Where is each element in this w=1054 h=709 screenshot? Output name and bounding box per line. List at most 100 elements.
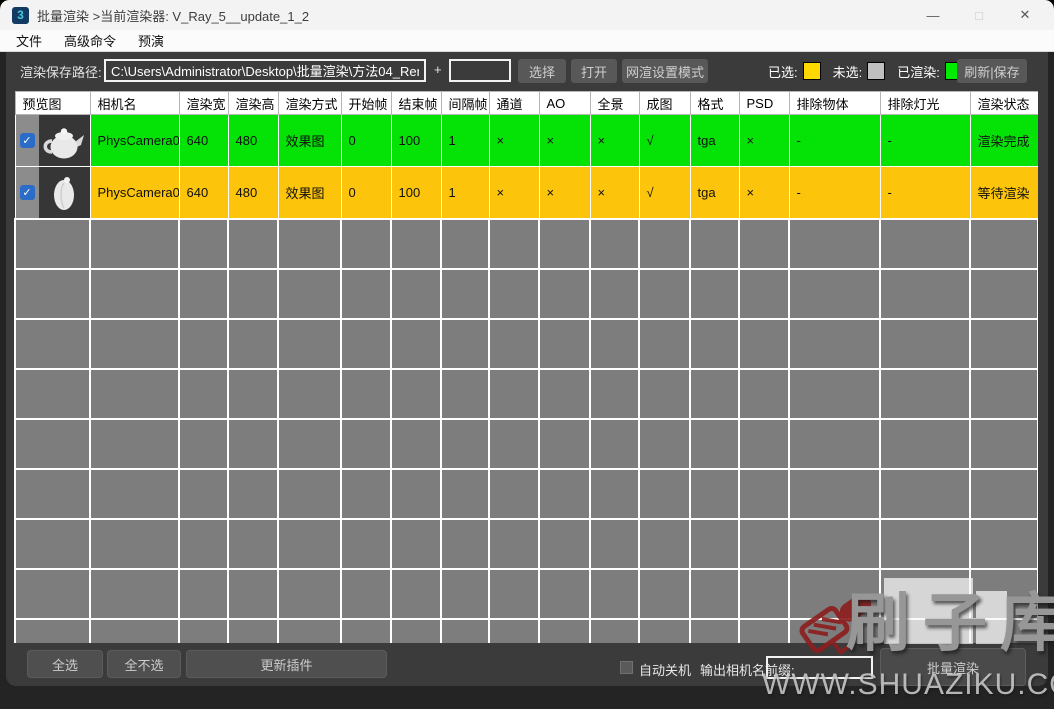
preview-cell: ✓: [15, 115, 90, 167]
status-legend: 已选: 未选: 已渲染:: [768, 58, 975, 84]
cell-start-frame[interactable]: 0: [341, 115, 391, 167]
cell-render-mode[interactable]: 效果图: [278, 167, 341, 219]
legend-rendered-label: 已渲染:: [897, 62, 940, 81]
menu-advanced-commands[interactable]: 高级命令: [53, 30, 127, 51]
menu-file[interactable]: 文件: [5, 30, 53, 51]
cell-render-mode[interactable]: 效果图: [278, 115, 341, 167]
maximize-button[interactable]: □: [956, 0, 1002, 30]
open-folder-button[interactable]: 打开: [571, 59, 617, 83]
toolbar: 渲染保存路径: + 选择 打开 网渲设置模式 已选: 未选: 已渲染: 刷新|保…: [6, 52, 1048, 90]
cell-end-frame[interactable]: 100: [391, 167, 441, 219]
header-exclude-objects: 排除物体: [789, 92, 880, 115]
select-none-button[interactable]: 全不选: [107, 650, 181, 678]
camera-thumbnail: [39, 167, 90, 218]
teapot-icon: [41, 169, 87, 215]
minimize-button[interactable]: —: [910, 0, 956, 30]
row-checkbox[interactable]: ✓: [20, 185, 35, 200]
cell-step-frame[interactable]: 1: [441, 167, 489, 219]
cell-step-frame[interactable]: 1: [441, 115, 489, 167]
batch-render-button[interactable]: 批量渲染: [880, 648, 1026, 686]
row-checkbox[interactable]: ✓: [20, 133, 35, 148]
cell-channel[interactable]: ×: [489, 115, 539, 167]
cell-ao[interactable]: ×: [539, 167, 590, 219]
window-title: 批量渲染 >当前渲染器: V_Ray_5__update_1_2: [37, 6, 309, 25]
table-body: ✓: [15, 115, 1038, 644]
legend-unselected-swatch: [867, 62, 885, 80]
cell-format[interactable]: tga: [690, 115, 739, 167]
cell-render-width[interactable]: 640: [179, 167, 228, 219]
header-end-frame: 结束帧: [391, 92, 441, 115]
header-format: 格式: [690, 92, 739, 115]
camera-table: 预览图 相机名 渲染宽 渲染高 渲染方式 开始帧 结束帧 间隔帧 通道 AO 全…: [14, 91, 1038, 643]
cell-camera-name[interactable]: PhysCamera002: [90, 167, 179, 219]
window-bottom-edge: [0, 686, 1054, 709]
cell-render-status: 渲染完成: [970, 115, 1038, 167]
legend-unselected-label: 未选:: [833, 62, 863, 81]
save-path-input[interactable]: [104, 59, 426, 82]
teapot-icon: [41, 118, 87, 164]
app-window: 3 批量渲染 >当前渲染器: V_Ray_5__update_1_2 — □ ✕…: [0, 0, 1054, 709]
table-row-empty: [15, 369, 1038, 419]
cell-exclude-objects[interactable]: -: [789, 115, 880, 167]
legend-selected-swatch: [803, 62, 821, 80]
cell-render-status: 等待渲染: [970, 167, 1038, 219]
path-suffix-input[interactable]: [449, 59, 511, 82]
plus-sign: +: [434, 62, 442, 77]
table-row-empty: [15, 469, 1038, 519]
cell-render-height[interactable]: 480: [228, 167, 278, 219]
header-render-status: 渲染状态: [970, 92, 1038, 115]
main-panel: 渲染保存路径: + 选择 打开 网渲设置模式 已选: 未选: 已渲染: 刷新|保…: [6, 52, 1048, 686]
menubar: 文件 高级命令 预演: [0, 30, 1054, 52]
camera-thumbnail: [39, 115, 90, 166]
header-panorama: 全景: [590, 92, 639, 115]
choose-path-button[interactable]: 选择: [518, 59, 566, 83]
header-psd: PSD: [739, 92, 789, 115]
cell-final-image[interactable]: √: [639, 167, 690, 219]
header-preview: 预览图: [15, 92, 90, 115]
cell-camera-name[interactable]: PhysCamera001: [90, 115, 179, 167]
cell-render-width[interactable]: 640: [179, 115, 228, 167]
header-final-image: 成图: [639, 92, 690, 115]
table-row-empty: [15, 619, 1038, 644]
table-row-camera2: ✓ PhysCa: [15, 167, 1038, 219]
legend-selected-label: 已选:: [768, 62, 798, 81]
table-row-empty: [15, 319, 1038, 369]
cell-exclude-lights[interactable]: -: [880, 115, 970, 167]
net-render-mode-button[interactable]: 网渲设置模式: [622, 59, 708, 83]
preview-cell: ✓: [15, 167, 90, 219]
table-row-empty: [15, 269, 1038, 319]
cell-exclude-lights[interactable]: -: [880, 167, 970, 219]
cell-psd[interactable]: ×: [739, 167, 789, 219]
cell-channel[interactable]: ×: [489, 167, 539, 219]
header-render-width: 渲染宽: [179, 92, 228, 115]
cell-final-image[interactable]: √: [639, 115, 690, 167]
header-ao: AO: [539, 92, 590, 115]
cell-start-frame[interactable]: 0: [341, 167, 391, 219]
camera-prefix-input[interactable]: [766, 656, 873, 679]
table-row-empty: [15, 569, 1038, 619]
table-row-camera1: ✓: [15, 115, 1038, 167]
auto-shutdown-label: 自动关机: [639, 660, 691, 679]
update-plugin-button[interactable]: 更新插件: [186, 650, 387, 678]
table-row-empty: [15, 219, 1038, 269]
cell-format[interactable]: tga: [690, 167, 739, 219]
window-controls: — □ ✕: [910, 0, 1054, 30]
close-button[interactable]: ✕: [1002, 0, 1048, 30]
save-path-label: 渲染保存路径:: [20, 62, 102, 81]
auto-shutdown-checkbox[interactable]: [620, 661, 633, 674]
header-exclude-lights: 排除灯光: [880, 92, 970, 115]
max-app-icon: 3: [12, 7, 29, 24]
cell-panorama[interactable]: ×: [590, 167, 639, 219]
row-check-zone: ✓: [16, 115, 39, 166]
cell-panorama[interactable]: ×: [590, 115, 639, 167]
cell-psd[interactable]: ×: [739, 115, 789, 167]
menu-preview[interactable]: 预演: [127, 30, 175, 51]
header-channel: 通道: [489, 92, 539, 115]
refresh-save-button[interactable]: 刷新|保存: [957, 59, 1027, 83]
cell-exclude-objects[interactable]: -: [789, 167, 880, 219]
header-render-mode: 渲染方式: [278, 92, 341, 115]
select-all-button[interactable]: 全选: [27, 650, 103, 678]
cell-end-frame[interactable]: 100: [391, 115, 441, 167]
cell-ao[interactable]: ×: [539, 115, 590, 167]
cell-render-height[interactable]: 480: [228, 115, 278, 167]
